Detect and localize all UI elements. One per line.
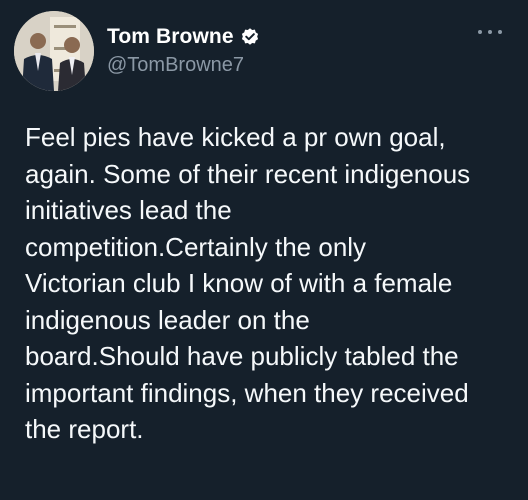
- more-dot: [488, 30, 492, 34]
- user-handle[interactable]: @TomBrowne7: [107, 54, 244, 77]
- tweet-card: Tom Browne @TomBrowne7 Feel pies have ki…: [0, 0, 528, 500]
- verified-badge-icon: [240, 27, 260, 47]
- avatar-photo: [14, 11, 94, 91]
- display-name[interactable]: Tom Browne: [107, 25, 234, 49]
- author-name-row: Tom Browne: [107, 25, 260, 49]
- more-dot: [478, 30, 482, 34]
- avatar[interactable]: [14, 11, 94, 91]
- more-options-icon[interactable]: [478, 24, 502, 40]
- tweet-text: Feel pies have kicked a pr own goal, aga…: [25, 122, 471, 444]
- more-dot: [498, 30, 502, 34]
